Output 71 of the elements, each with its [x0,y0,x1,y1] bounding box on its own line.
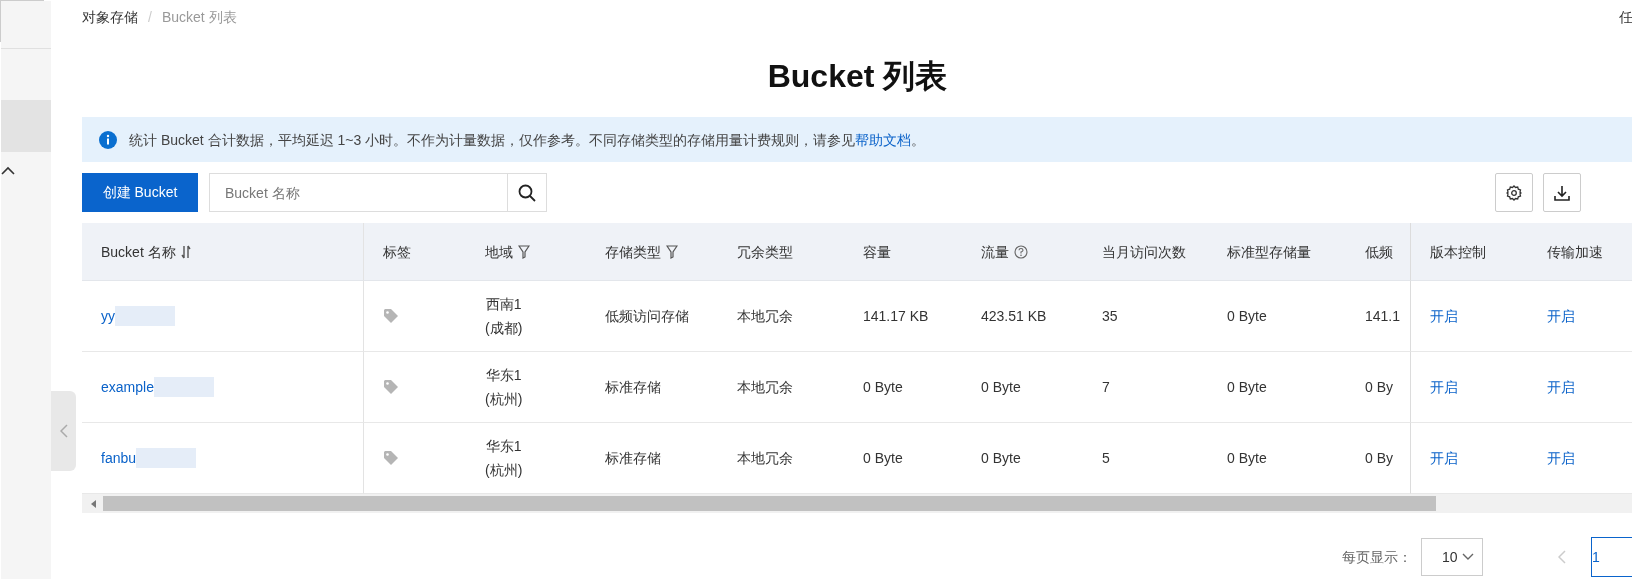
table-cell: 0 By [1346,352,1410,423]
table-cell: 低频访问存储 [586,281,718,352]
column-header: 地域 [466,223,586,281]
bucket-name-link[interactable]: yy [101,297,115,335]
column-header: 存储类型 [586,223,718,281]
column-header: 传输加速 [1528,223,1632,281]
enable-link[interactable]: 开启 [1547,368,1575,406]
table-cell: 本地冗余 [718,352,844,423]
blurred-text [115,306,175,326]
breadcrumb-separator: / [148,8,152,27]
enable-link[interactable]: 开启 [1547,297,1575,335]
search-button[interactable] [507,173,547,212]
info-icon [99,130,117,149]
enable-link[interactable]: 开启 [1430,439,1458,477]
enable-link[interactable]: 开启 [1547,439,1575,477]
table-cell: 标准存储 [586,352,718,423]
table-cell: 0 Byte [844,352,962,423]
download-button[interactable] [1543,173,1581,212]
column-header: 当月访问次数 [1083,223,1208,281]
table-cell: 0 Byte [1208,352,1346,423]
info-text: 统计 Bucket 合计数据，平均延迟 1~3 小时。不作为计量数据，仅作参考。不同存储类型的存储用量计费规则，请参见帮助文档。 [129,130,926,150]
page-size-select[interactable]: 10 [1421,538,1483,576]
horizontal-scrollbar[interactable] [82,494,1632,513]
enable-link[interactable]: 开启 [1430,297,1458,335]
enable-link[interactable]: 开启 [1430,368,1458,406]
filter-icon[interactable] [666,244,678,259]
column-header: Bucket 名称 [82,223,364,281]
table-cell: 7 [1083,352,1208,423]
blurred-text [153,377,214,397]
breadcrumb-link[interactable]: 对象存储 [82,0,138,36]
chevron-up-icon[interactable] [1,166,15,175]
page-size-label: 每页显示： [1342,548,1412,567]
scroll-left-icon[interactable] [91,499,97,508]
table-cell: 141.17 KB [844,281,962,352]
page-button[interactable]: 1 [1591,537,1632,577]
column-header: 容量 [844,223,962,281]
column-header: 流量 [962,223,1083,281]
table-cell: 35 [1083,281,1208,352]
search-icon [518,183,536,202]
tag-icon[interactable] [383,379,399,395]
scrollbar-thumb[interactable] [103,496,1436,511]
table-cell: 0 Byte [1208,281,1346,352]
sort-icon[interactable] [180,244,191,259]
settings-icon [1506,184,1522,201]
bucket-name-link[interactable]: fanbu [101,439,137,477]
settings-button[interactable] [1495,173,1533,212]
help-icon[interactable] [1014,244,1028,259]
table-cell: 423.51 KB [962,281,1083,352]
page-title: Bucket 列表 [766,57,949,96]
tag-icon[interactable] [383,450,399,466]
chevron-left-icon [59,424,68,438]
column-header: 冗余类型 [718,223,844,281]
help-link[interactable]: 帮助文档 [855,131,912,148]
create-bucket-button[interactable]: 创建 Bucket [82,173,198,212]
table-cell: 本地冗余 [718,281,844,352]
caret-icon [1462,553,1474,561]
tag-icon[interactable] [383,308,399,324]
table-cell: 西南1 (成都) [466,281,586,352]
header-text: 任 [1619,8,1632,27]
download-icon [1554,184,1570,201]
column-header: 标准型存储量 [1208,223,1346,281]
column-header: 版本控制 [1410,223,1528,281]
search-field[interactable]: Bucket 名称 [209,173,507,212]
bucket-name-link[interactable]: example [101,368,154,406]
table-cell: 141.1 [1346,281,1410,352]
blurred-text [136,448,197,468]
filter-icon[interactable] [518,244,530,259]
table-cell: 华东1 (杭州) [466,352,586,423]
table-cell: 0 Byte [962,352,1083,423]
column-header: 低频 [1346,223,1410,281]
column-header: 标签 [364,223,466,281]
